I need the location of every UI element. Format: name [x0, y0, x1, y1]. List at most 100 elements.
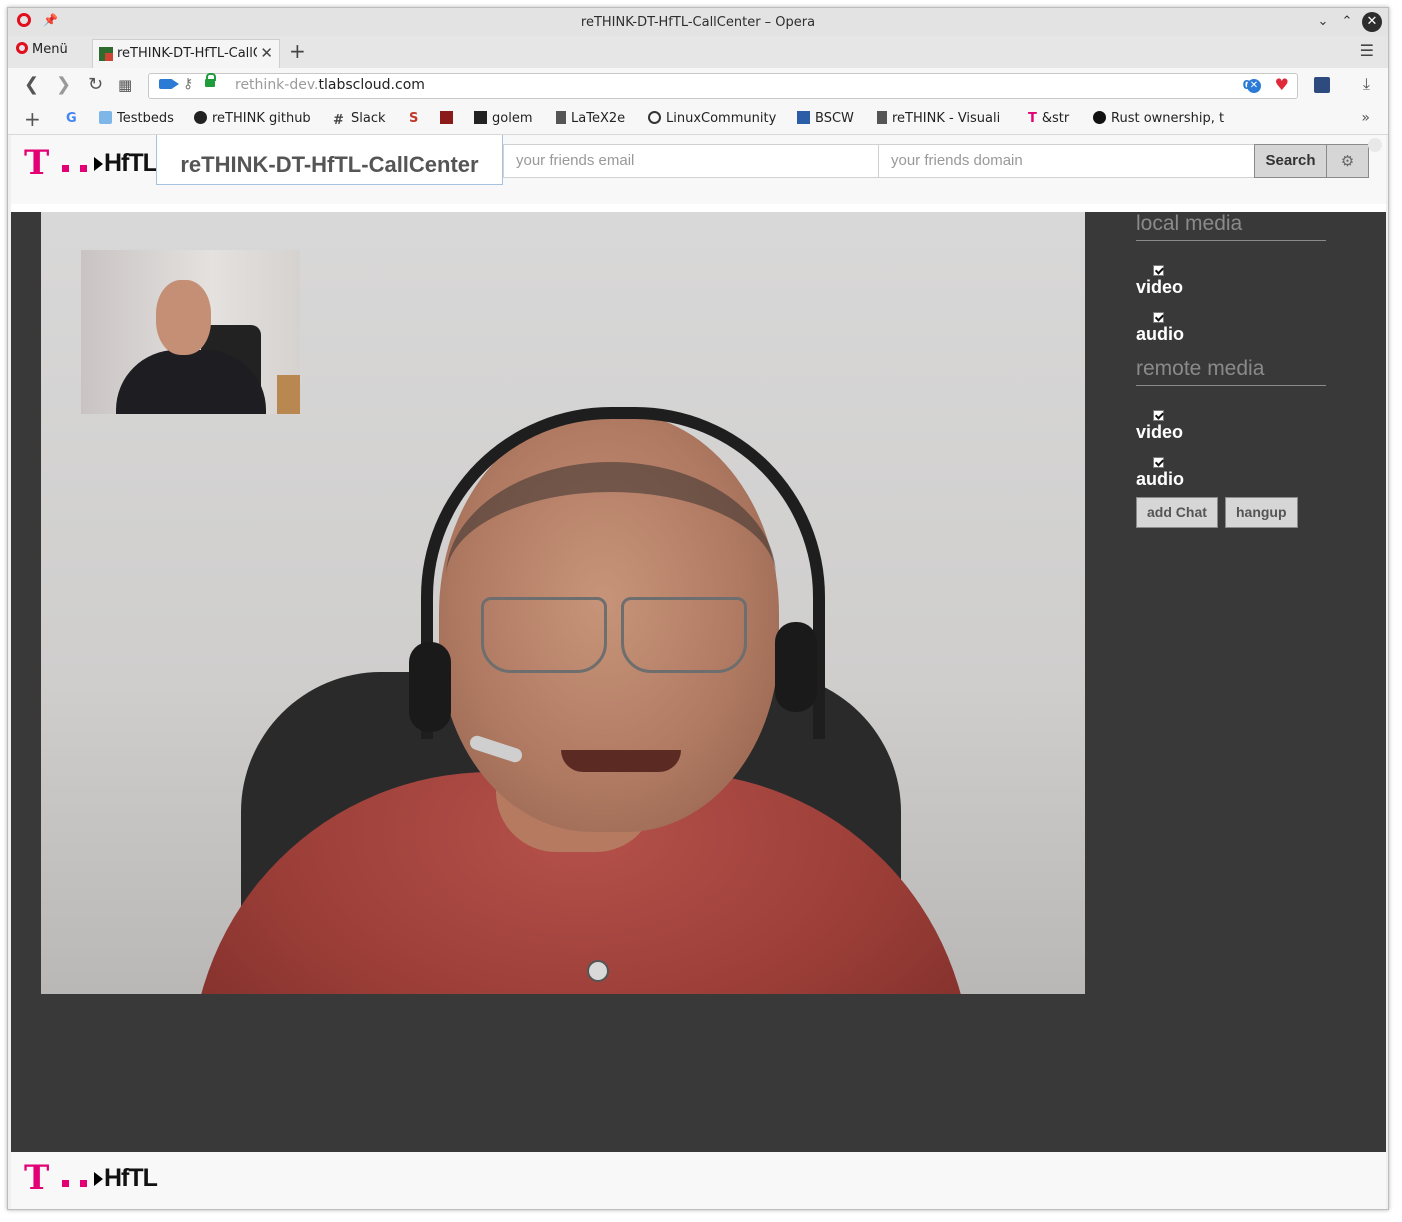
bookmark-latex2e[interactable]: LaTeX2e [556, 111, 625, 126]
tab-label: reTHINK-DT-HfTL-CallCenter [117, 46, 257, 61]
bookmark-linuxcommunity[interactable]: LinuxCommunity [648, 111, 776, 126]
heart-icon[interactable]: ♥ [1275, 75, 1289, 94]
bookmark-rethink-visuali[interactable]: reTHINK - Visuali [877, 111, 1000, 126]
settings-button[interactable]: ⚙ [1326, 144, 1369, 178]
remote-media-heading: remote media [1136, 357, 1326, 386]
remote-video-checkbox[interactable] [1153, 410, 1164, 421]
google-icon: G [66, 111, 77, 126]
cm-icon [1093, 111, 1106, 124]
maximize-icon[interactable]: ⌃ [1337, 12, 1357, 32]
camera-icon[interactable] [159, 79, 179, 89]
lock-icon[interactable] [205, 73, 216, 87]
reload-icon[interactable]: ↻ [88, 74, 103, 95]
web-page: T HfTL reTHINK-DT-HfTL-CallCenter your f… [11, 135, 1386, 1209]
tab-favicon-icon [99, 47, 113, 61]
call-buttons: add Chat hangup [1136, 497, 1326, 528]
browser-window: 📌 reTHINK-DT-HfTL-CallCenter – Opera ⌄ ⌃… [7, 7, 1389, 1210]
logo-dot [62, 1180, 69, 1187]
app-header: T HfTL reTHINK-DT-HfTL-CallCenter your f… [11, 135, 1386, 204]
back-icon[interactable]: ❮ [24, 74, 39, 95]
video-mouth [561, 750, 681, 772]
add-bookmark-icon[interactable]: + [24, 107, 41, 131]
bookmark-label: Rust ownership, t [1111, 111, 1225, 126]
tab-close-icon[interactable]: ✕ [260, 44, 273, 62]
download-icon[interactable]: ⤓ [1363, 74, 1370, 94]
slack-icon: # [333, 113, 344, 128]
local-audio-checkbox[interactable] [1153, 312, 1164, 323]
bookmark-label: golem [492, 111, 533, 126]
video-earpad-left [409, 642, 451, 732]
adblock-icon[interactable]: ✕ [1247, 79, 1261, 93]
bookmark-rust-ownership[interactable]: Rust ownership, t [1093, 111, 1224, 126]
speed-dial-icon[interactable]: ▦ [118, 76, 132, 94]
local-video-checkbox[interactable] [1153, 265, 1164, 276]
key-icon[interactable]: ⚷ [183, 76, 193, 92]
logo-arrow-icon [94, 1172, 103, 1186]
bookmark-s[interactable]: S [409, 111, 418, 126]
bookmark-label: LinuxCommunity [666, 111, 777, 126]
new-tab-button[interactable]: + [289, 39, 306, 63]
local-video[interactable] [81, 250, 300, 414]
friends-domain-input[interactable]: your friends domain [878, 144, 1255, 178]
bookmark-h[interactable] [440, 111, 458, 126]
remote-video[interactable] [41, 212, 1085, 994]
close-window-icon[interactable]: ✕ [1362, 12, 1382, 32]
bookmark-bscw[interactable]: BSCW [797, 111, 854, 126]
local-video-head [156, 280, 211, 355]
extension-icon[interactable] [1314, 77, 1330, 93]
remote-audio-label: audio [1136, 469, 1184, 489]
logo-arrow-icon [94, 157, 103, 171]
tab-active[interactable]: reTHINK-DT-HfTL-CallCenter ✕ [92, 39, 280, 68]
url-domain: tlabscloud.com [318, 77, 425, 93]
local-video-box [277, 375, 300, 414]
bookmark-label: BSCW [815, 111, 854, 126]
url-text[interactable]: rethink-dev.tlabscloud.com [235, 77, 425, 93]
bookmarks-bar: + G Testbeds reTHINK github # Slack S gol… [8, 106, 1388, 135]
opera-logo-icon [16, 42, 28, 54]
golem-icon [474, 111, 487, 124]
video-glasses-left [481, 597, 607, 673]
address-bar-row: ❮ ❯ ↻ ▦ ⚷ rethink-dev.tlabscloud.com 0 ✕… [8, 68, 1388, 106]
call-area: local media video audio remote media vid… [11, 212, 1386, 1152]
local-video-label: video [1136, 277, 1184, 297]
bookmark-label: reTHINK - Visuali [892, 111, 1001, 126]
bscw-icon [797, 111, 810, 124]
bookmark-label: Testbeds [117, 111, 174, 126]
bookmark-label: reTHINK github [212, 111, 311, 126]
bookmark-google[interactable]: G [66, 111, 77, 126]
local-audio-label: audio [1136, 324, 1184, 344]
footer-logo-brand: HfTL [104, 1164, 158, 1192]
bookmark-slack[interactable]: # Slack [333, 111, 386, 127]
document-icon [877, 111, 887, 124]
search-button[interactable]: Search [1254, 144, 1327, 178]
bookmark-rethink-github[interactable]: reTHINK github [194, 111, 311, 126]
video-shirt-button [587, 960, 609, 982]
address-field[interactable]: ⚷ rethink-dev.tlabscloud.com 0 ✕ ♥ [148, 73, 1298, 99]
minimize-icon[interactable]: ⌄ [1313, 12, 1333, 32]
hangup-button[interactable]: hangup [1224, 497, 1298, 528]
video-earpad-right [775, 622, 817, 712]
bookmark-golem[interactable]: golem [474, 111, 532, 126]
forward-icon[interactable]: ❯ [56, 74, 71, 95]
bookmark-testbeds[interactable]: Testbeds [99, 111, 174, 126]
folder-icon [99, 111, 112, 124]
more-bookmarks-icon[interactable]: » [1361, 110, 1370, 126]
remote-audio-checkbox[interactable] [1153, 457, 1164, 468]
app-footer: T HfTL [11, 1152, 1386, 1209]
opera-menu-button[interactable]: Menü [16, 42, 68, 57]
menu-label: Menü [32, 42, 68, 57]
bookmark-str[interactable]: T &str [1028, 111, 1069, 126]
video-glasses-right [621, 597, 747, 673]
tab-menu-icon[interactable]: ☰ [1360, 41, 1374, 60]
tab-bar: Menü reTHINK-DT-HfTL-CallCenter ✕ + ☰ [8, 36, 1388, 69]
friends-email-input[interactable]: your friends email [503, 144, 879, 178]
local-media-heading: local media [1136, 212, 1326, 241]
remote-video-label: video [1136, 422, 1184, 442]
linuxcommunity-icon [648, 111, 661, 124]
github-icon [194, 111, 207, 124]
logo-dot [80, 165, 87, 172]
telekom-t-icon: T [24, 143, 50, 183]
logo-dot [62, 165, 69, 172]
bookmark-label: &str [1041, 111, 1070, 126]
add-chat-button[interactable]: add Chat [1136, 497, 1218, 528]
